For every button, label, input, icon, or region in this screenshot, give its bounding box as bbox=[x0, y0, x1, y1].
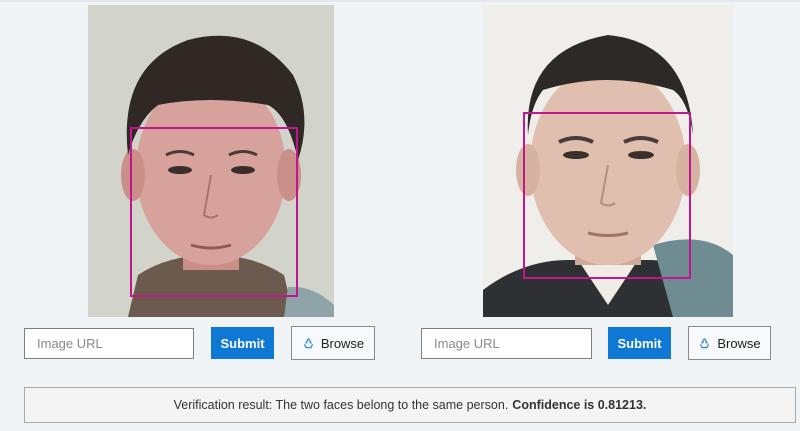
left-face-photo bbox=[88, 5, 334, 317]
recycle-icon bbox=[700, 337, 710, 348]
right-submit-button[interactable]: Submit bbox=[608, 327, 671, 359]
left-browse-button[interactable]: Browse bbox=[291, 326, 375, 360]
right-browse-label: Browse bbox=[717, 335, 761, 351]
right-face-photo bbox=[483, 5, 733, 317]
left-submit-button[interactable]: Submit bbox=[211, 327, 274, 359]
left-browse-label: Browse bbox=[320, 335, 365, 351]
verification-result: Verification result: The two faces belon… bbox=[24, 387, 796, 423]
right-face-rectangle bbox=[523, 112, 691, 279]
left-image-url-input[interactable] bbox=[24, 328, 194, 359]
recycle-icon bbox=[303, 337, 313, 348]
right-image-url-input[interactable] bbox=[421, 328, 592, 359]
confidence-score: Confidence is 0.81213. bbox=[512, 398, 647, 412]
right-browse-button[interactable]: Browse bbox=[688, 326, 771, 360]
left-face-rectangle bbox=[130, 127, 298, 297]
verification-result-text: Verification result: The two faces belon… bbox=[173, 398, 509, 412]
top-border bbox=[0, 0, 800, 2]
